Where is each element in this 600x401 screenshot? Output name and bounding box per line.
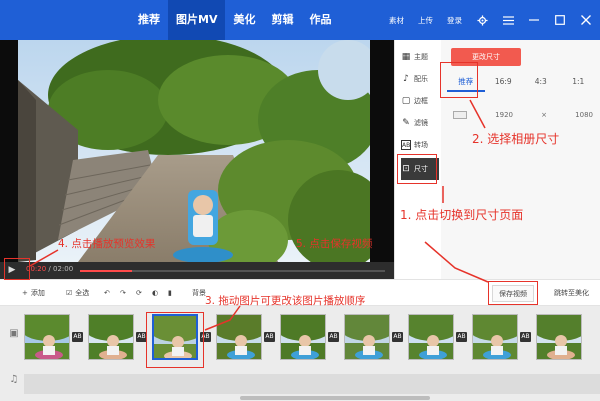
ratio-tab-16-9[interactable]: 16:9 bbox=[485, 74, 523, 92]
horizontal-scrollbar[interactable] bbox=[240, 396, 430, 400]
rotate-icon[interactable]: ⟳ bbox=[136, 287, 142, 300]
top-right-controls: 素材 上传 登录 bbox=[389, 0, 592, 40]
maximize-icon[interactable] bbox=[554, 14, 566, 26]
ratio-tab-4-3[interactable]: 4:3 bbox=[522, 74, 560, 92]
side-item-transition[interactable]: AB 转场 bbox=[401, 136, 439, 154]
photo-thumbnail[interactable] bbox=[280, 314, 326, 360]
image-track-icon: ▣ bbox=[9, 328, 19, 339]
annotation-box-play bbox=[4, 258, 30, 280]
material-button[interactable]: 素材 bbox=[389, 15, 404, 26]
annotation-step5: 5. 点击保存视频 bbox=[296, 238, 373, 250]
settings-gear-icon[interactable] bbox=[476, 14, 488, 26]
side-item-label: 配乐 bbox=[414, 75, 428, 83]
side-item-filter[interactable]: ✎ 滤镜 bbox=[401, 114, 439, 132]
side-item-music[interactable]: ♪ 配乐 bbox=[401, 70, 439, 88]
nav-tab-works[interactable]: 作品 bbox=[301, 0, 339, 40]
times-sign: × bbox=[541, 111, 548, 119]
filmstrip: ▣ ♫ AB AB AB AB AB AB AB AB bbox=[0, 306, 600, 401]
width-value[interactable]: 1920 bbox=[495, 111, 513, 119]
side-item-theme[interactable]: ▦ 主题 bbox=[401, 48, 439, 66]
side-item-border[interactable]: ▢ 边框 bbox=[401, 92, 439, 110]
add-label: 添加 bbox=[30, 289, 45, 297]
photo-thumbnail[interactable] bbox=[536, 314, 582, 360]
close-icon[interactable] bbox=[580, 14, 592, 26]
transition-icon: AB bbox=[401, 140, 411, 150]
height-value[interactable]: 1080 bbox=[575, 111, 593, 119]
minimize-icon[interactable] bbox=[528, 14, 540, 26]
music-icon: ♪ bbox=[403, 74, 409, 84]
annotation-box-save bbox=[488, 281, 538, 305]
upload-button[interactable]: 上传 bbox=[418, 15, 433, 26]
total-time: 02:00 bbox=[53, 265, 74, 273]
filter-icon: ✎ bbox=[402, 118, 410, 128]
photo-thumbnail[interactable] bbox=[344, 314, 390, 360]
transition-ab-icon[interactable]: AB bbox=[264, 332, 275, 342]
aspect-lock-icon[interactable] bbox=[453, 111, 467, 119]
photo-thumbnail[interactable] bbox=[472, 314, 518, 360]
menu-icon[interactable] bbox=[502, 14, 514, 26]
jump-to-beautify-button[interactable]: 跳转至美化 bbox=[548, 285, 595, 302]
music-track-icon: ♫ bbox=[9, 374, 19, 385]
transition-ab-icon[interactable]: AB bbox=[392, 332, 403, 342]
select-all-label: 全选 bbox=[75, 289, 90, 297]
top-bar: 推荐 图片MV 美化 剪辑 作品 素材 上传 登录 bbox=[0, 0, 600, 40]
photo-thumbnail[interactable] bbox=[216, 314, 262, 360]
delete-icon[interactable]: ▮ bbox=[168, 287, 172, 300]
background-button[interactable]: 背景 bbox=[192, 287, 206, 300]
border-icon: ▢ bbox=[401, 96, 411, 106]
annotation-step2: 2. 选择相册尺寸 bbox=[472, 132, 560, 146]
side-item-label: 边框 bbox=[414, 97, 428, 105]
transition-ab-icon[interactable]: AB bbox=[520, 332, 531, 342]
side-item-label: 主题 bbox=[414, 53, 428, 61]
transition-ab-icon[interactable]: AB bbox=[456, 332, 467, 342]
annotation-box-thumb bbox=[146, 312, 204, 368]
transition-ab-icon[interactable]: AB bbox=[72, 332, 83, 342]
annotation-step4: 4. 点击播放预览效果 bbox=[58, 238, 156, 250]
progress-track[interactable] bbox=[80, 270, 385, 272]
music-track[interactable] bbox=[24, 374, 600, 394]
login-button[interactable]: 登录 bbox=[447, 15, 462, 26]
nav-tab-edit[interactable]: 剪辑 bbox=[263, 0, 301, 40]
transition-ab-icon[interactable]: AB bbox=[328, 332, 339, 342]
photo-thumbnail[interactable] bbox=[408, 314, 454, 360]
plus-icon: + bbox=[22, 289, 28, 297]
nav-tab-beautify[interactable]: 美化 bbox=[225, 0, 263, 40]
play-bar: ▶ 00:20 / 02:00 bbox=[0, 262, 394, 279]
nav-tab-photo-mv[interactable]: 图片MV bbox=[168, 0, 226, 40]
photo-thumbnail[interactable] bbox=[88, 314, 134, 360]
annotation-step1: 1. 点击切换到尺寸页面 bbox=[400, 208, 524, 222]
photo-thumbnail[interactable] bbox=[24, 314, 70, 360]
playback-time: 00:20 / 02:00 bbox=[26, 265, 74, 273]
add-button[interactable]: + 添加 bbox=[22, 287, 45, 300]
ratio-tab-1-1[interactable]: 1:1 bbox=[560, 74, 598, 92]
app-window: 推荐 图片MV 美化 剪辑 作品 素材 上传 登录 ▶ 00:20 / 02:0… bbox=[0, 0, 600, 401]
background-label: 背景 bbox=[192, 289, 206, 297]
redo-icon[interactable]: ↷ bbox=[120, 287, 126, 300]
size-dimensions: 1920 × 1080 bbox=[453, 108, 593, 122]
thumbnail-row: AB AB AB AB AB AB AB AB bbox=[24, 314, 600, 366]
select-all-icon: ☑ bbox=[66, 289, 73, 297]
select-all-button[interactable]: ☑ 全选 bbox=[66, 287, 89, 300]
video-preview[interactable] bbox=[0, 40, 394, 262]
progress-fill bbox=[80, 270, 132, 272]
crop-icon[interactable]: ◐ bbox=[152, 287, 158, 300]
nav-tab-recommend[interactable]: 推荐 bbox=[130, 0, 168, 40]
undo-icon[interactable]: ↶ bbox=[104, 287, 110, 300]
main-nav: 推荐 图片MV 美化 剪辑 作品 bbox=[130, 0, 339, 40]
annotation-box-ratio bbox=[440, 62, 478, 98]
side-item-label: 滤镜 bbox=[414, 119, 428, 127]
annotation-box-size-tab bbox=[397, 154, 437, 184]
preview-photo bbox=[18, 40, 370, 262]
side-item-label: 转场 bbox=[414, 141, 428, 149]
annotation-step3: 3. 拖动图片可更改该图片播放顺序 bbox=[205, 295, 366, 307]
theme-icon: ▦ bbox=[401, 52, 411, 62]
